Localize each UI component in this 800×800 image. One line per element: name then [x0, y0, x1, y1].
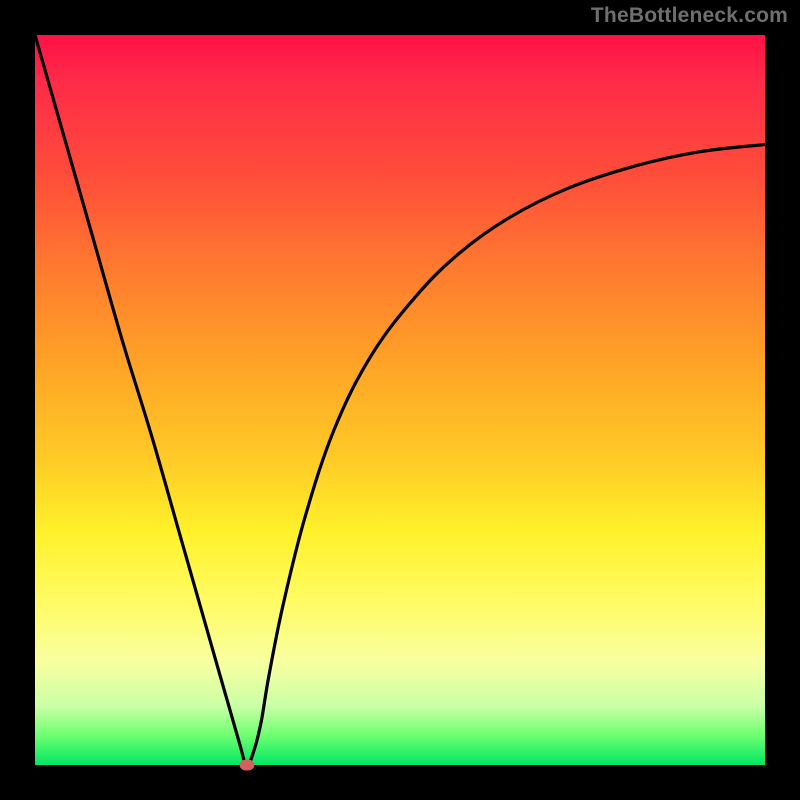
bottleneck-curve-svg	[35, 35, 765, 765]
bottleneck-curve-path	[35, 35, 765, 765]
chart-frame: TheBottleneck.com	[0, 0, 800, 800]
watermark-text: TheBottleneck.com	[591, 4, 788, 28]
minimum-marker	[239, 760, 254, 771]
plot-area	[35, 35, 765, 765]
